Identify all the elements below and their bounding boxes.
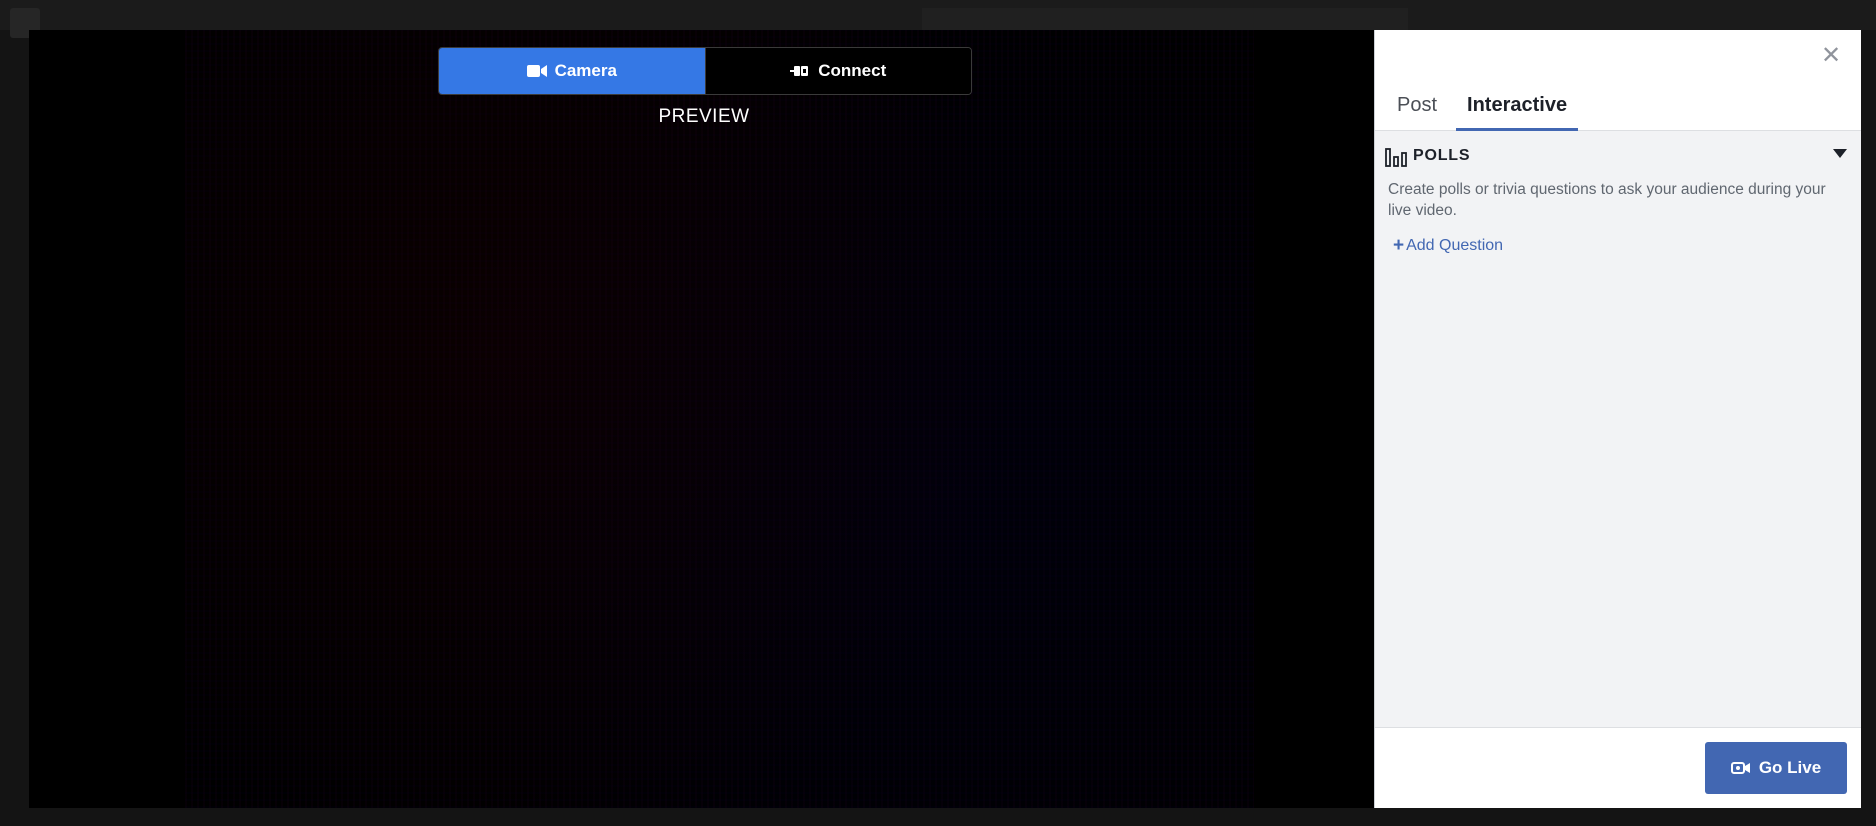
- tab-post[interactable]: Post: [1386, 79, 1448, 131]
- plug-connect-icon: [790, 66, 809, 76]
- close-icon[interactable]: ✕: [1819, 44, 1843, 68]
- chevron-down-icon[interactable]: [1833, 149, 1847, 158]
- add-question-link[interactable]: + Add Question: [1393, 235, 1504, 256]
- camera-feed: [185, 30, 1254, 808]
- add-question-label: Add Question: [1406, 237, 1504, 254]
- go-live-label: Go Live: [1758, 758, 1822, 777]
- plus-icon: +: [1393, 235, 1405, 256]
- polls-header[interactable]: POLLS: [1385, 145, 1470, 167]
- camera-button-label: Camera: [554, 61, 617, 80]
- polls-title: POLLS: [1413, 147, 1471, 164]
- go-live-button[interactable]: Go Live: [1705, 742, 1847, 794]
- polls-description: Create polls or trivia questions to ask …: [1388, 181, 1826, 219]
- background-top-bar: [0, 0, 1876, 38]
- video-preview-area: [29, 30, 1374, 808]
- panel-tabs: Post Interactive: [1375, 79, 1579, 131]
- camera-button[interactable]: Camera: [439, 48, 705, 94]
- connect-button[interactable]: Connect: [704, 48, 971, 94]
- poll-bars-icon: [1385, 148, 1407, 167]
- live-camera-icon: [1730, 762, 1750, 774]
- video-camera-icon: [526, 65, 547, 77]
- background-search-bar: [922, 8, 1408, 30]
- panel-footer: Go Live: [1375, 727, 1861, 808]
- connect-button-label: Connect: [818, 61, 887, 80]
- tab-interactive[interactable]: Interactive: [1456, 79, 1579, 131]
- side-panel: ✕ Post Interactive POLLS Create polls or…: [1374, 30, 1861, 808]
- panel-header: ✕ Post Interactive: [1375, 30, 1861, 131]
- source-toggle: Camera Connect: [438, 47, 972, 95]
- preview-label: PREVIEW: [658, 106, 750, 127]
